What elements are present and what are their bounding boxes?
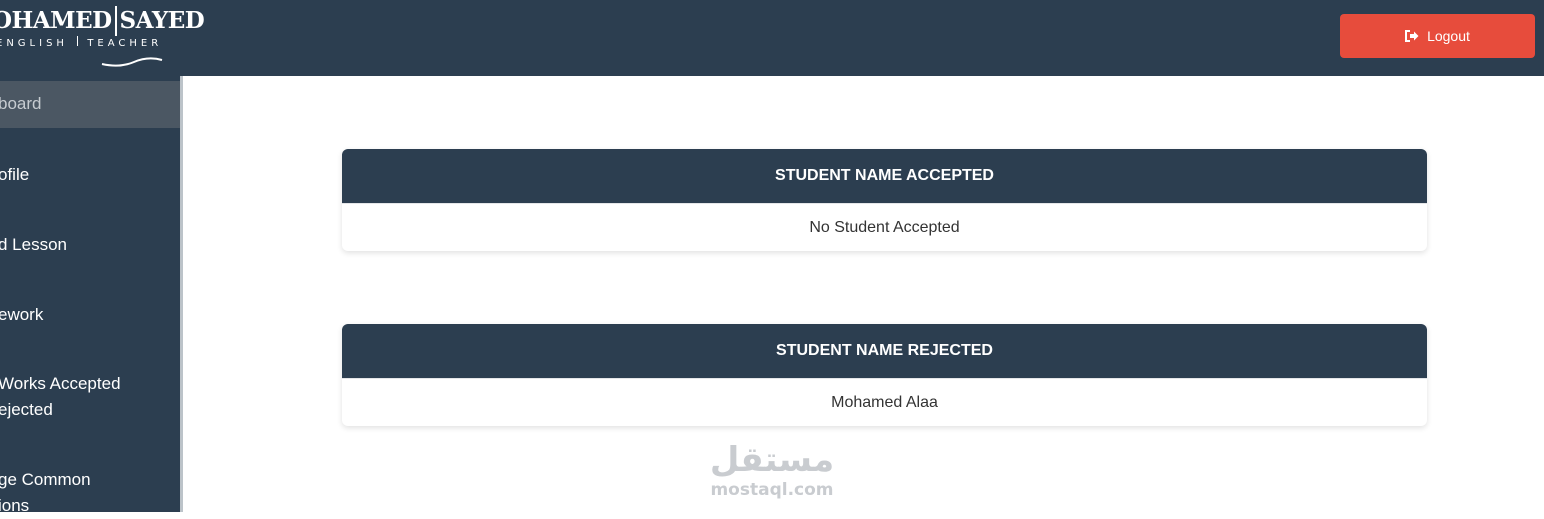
brand-logo[interactable]: OHAMED SAYED ENGLISH TEACHER bbox=[0, 6, 205, 67]
logo-divider bbox=[114, 6, 117, 36]
watermark-arabic: مستقل bbox=[709, 440, 835, 480]
logo-swoosh-icon bbox=[101, 57, 163, 67]
sidebar-item-label: ge Common bbox=[0, 470, 91, 489]
sidebar-item-common-questions[interactable]: ge Common ions bbox=[0, 467, 178, 519]
sidebar-item-label: board bbox=[0, 94, 42, 113]
card-header: STUDENT NAME ACCEPTED bbox=[342, 149, 1427, 203]
card-body-text: Mohamed Alaa bbox=[831, 393, 938, 411]
top-header: OHAMED SAYED ENGLISH TEACHER Logout bbox=[0, 0, 1544, 76]
card-title: STUDENT NAME ACCEPTED bbox=[775, 167, 994, 184]
sidebar-item-homework[interactable]: ework bbox=[0, 302, 178, 328]
card-body-text: No Student Accepted bbox=[809, 218, 960, 236]
sidebar-item-dashboard[interactable]: board bbox=[0, 81, 180, 128]
sidebar-item-label-line2: ions bbox=[0, 496, 30, 515]
sidebar-item-label: d Lesson bbox=[0, 235, 67, 254]
sidebar: board ofile d Lesson ework Works Accepte… bbox=[0, 76, 183, 515]
accepted-students-card: STUDENT NAME ACCEPTED No Student Accepte… bbox=[342, 149, 1427, 251]
card-header: STUDENT NAME REJECTED bbox=[342, 324, 1427, 378]
sidebar-item-homeworks-accepted-rejected[interactable]: Works Accepted ejected bbox=[0, 371, 178, 423]
sign-out-icon bbox=[1405, 30, 1419, 42]
sidebar-item-label: ework bbox=[0, 305, 44, 324]
logout-button[interactable]: Logout bbox=[1340, 14, 1535, 58]
logo-subtitle-right: TEACHER bbox=[87, 38, 163, 49]
logo-subtitle-left: ENGLISH bbox=[0, 38, 68, 49]
sidebar-item-profile[interactable]: ofile bbox=[0, 162, 178, 188]
card-title: STUDENT NAME REJECTED bbox=[776, 342, 993, 359]
sidebar-item-label: ofile bbox=[0, 165, 30, 184]
logout-label: Logout bbox=[1427, 28, 1470, 44]
logo-name-left: OHAMED bbox=[0, 7, 112, 34]
card-body: Mohamed Alaa bbox=[342, 378, 1427, 426]
logo-name-right: SAYED bbox=[119, 7, 205, 34]
sidebar-item-label-line2: ejected bbox=[0, 400, 53, 419]
mostaql-watermark: مستقل mostaql.com bbox=[700, 440, 844, 500]
watermark-latin: mostaql.com bbox=[710, 480, 834, 500]
sidebar-item-label: Works Accepted bbox=[0, 374, 121, 393]
rejected-students-card: STUDENT NAME REJECTED Mohamed Alaa bbox=[342, 324, 1427, 426]
card-body: No Student Accepted bbox=[342, 203, 1427, 251]
sidebar-item-add-lesson[interactable]: d Lesson bbox=[0, 232, 178, 258]
